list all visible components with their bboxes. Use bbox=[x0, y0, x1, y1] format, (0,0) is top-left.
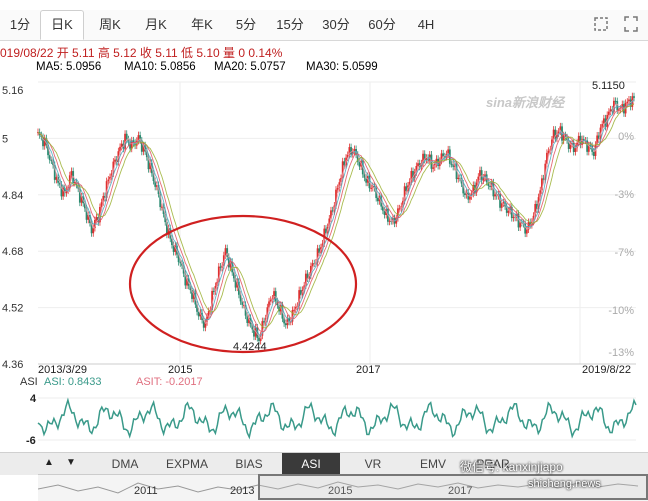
candle-body bbox=[507, 210, 510, 213]
price-tick: 4.84 bbox=[2, 190, 23, 202]
candle-body bbox=[614, 100, 617, 102]
date-axis: 2013/3/29 2015 2017 2019/8/22 bbox=[38, 364, 631, 374]
tab-30min[interactable]: 30分 bbox=[314, 10, 358, 40]
date-tick: 2013/3/29 bbox=[38, 364, 87, 374]
asi-line bbox=[37, 397, 637, 440]
tab-monthly-k[interactable]: 月K bbox=[134, 10, 178, 40]
candle-body bbox=[489, 185, 491, 187]
candle-body bbox=[512, 217, 515, 219]
percent-tick: -3% bbox=[614, 189, 634, 201]
percent-tick: -7% bbox=[614, 247, 634, 259]
tab-yearly-k[interactable]: 年K bbox=[180, 10, 224, 40]
candle-body bbox=[370, 187, 373, 189]
tab-1min[interactable]: 1分 bbox=[2, 10, 38, 40]
tab-vr[interactable]: VR bbox=[344, 453, 402, 475]
ma20-label: MA20: 5.0757 bbox=[214, 61, 286, 73]
candle-body bbox=[494, 194, 496, 197]
candle-body bbox=[432, 167, 435, 169]
asit-value: ASIT: -0.2017 bbox=[136, 376, 203, 388]
ma10-label: MA10: 5.0856 bbox=[124, 61, 196, 73]
ma30-label: MA30: 5.0599 bbox=[306, 61, 378, 73]
scroll-right-icon[interactable]: ▼ bbox=[66, 457, 76, 468]
candle-body bbox=[350, 147, 352, 155]
highlight-circle bbox=[128, 214, 358, 354]
nav-year-2011: 2011 bbox=[134, 485, 158, 497]
candle-body bbox=[633, 96, 635, 98]
fullscreen-icon[interactable] bbox=[622, 14, 640, 34]
asi-indicator-title: ASI bbox=[20, 376, 38, 388]
candle-body bbox=[479, 170, 481, 177]
candle-body bbox=[92, 228, 95, 234]
candle-body bbox=[626, 101, 629, 103]
candle-body bbox=[120, 143, 123, 147]
nav-year-2013: 2013 bbox=[230, 485, 255, 497]
sina-watermark: sina新浪财经 bbox=[486, 95, 566, 110]
tab-4h[interactable]: 4H bbox=[406, 10, 446, 40]
candle-body bbox=[547, 150, 550, 153]
asi-chart[interactable]: 4 -6 bbox=[0, 388, 648, 450]
candle-body bbox=[73, 182, 76, 184]
wechat-watermark: 微信号: kanxinjiapo bbox=[460, 460, 563, 474]
tab-daily-k[interactable]: 日K bbox=[40, 10, 84, 40]
tab-15min[interactable]: 15分 bbox=[268, 10, 312, 40]
candle-body bbox=[592, 151, 595, 156]
percent-axis: 0% -3% -7% -10% -13% bbox=[608, 131, 634, 359]
candle-body bbox=[114, 159, 116, 162]
price-tick: 5 bbox=[2, 133, 8, 145]
candle-body bbox=[125, 133, 128, 140]
candle-body bbox=[219, 266, 222, 268]
asi-value: ASI: 0.8433 bbox=[44, 376, 102, 388]
settings-icon[interactable] bbox=[592, 14, 610, 34]
date-tick: 2015 bbox=[168, 364, 192, 374]
candle-body bbox=[160, 206, 163, 208]
price-tick: 4.52 bbox=[2, 303, 23, 315]
percent-tick: -10% bbox=[608, 305, 634, 317]
candle-body bbox=[70, 171, 73, 176]
ma5-label: MA5: 5.0956 bbox=[36, 61, 102, 73]
tab-asi[interactable]: ASI bbox=[282, 453, 340, 475]
candle-body bbox=[358, 161, 361, 167]
candle-body bbox=[388, 220, 391, 222]
candle-body bbox=[464, 193, 466, 196]
percent-tick: -13% bbox=[608, 347, 634, 359]
candle-body bbox=[263, 321, 265, 323]
scroll-left-icon[interactable]: ▲ bbox=[44, 457, 54, 468]
tab-5min[interactable]: 5分 bbox=[226, 10, 266, 40]
candle-body bbox=[525, 229, 528, 234]
tab-60min[interactable]: 60分 bbox=[360, 10, 404, 40]
candle-body bbox=[469, 196, 471, 200]
candle-body bbox=[224, 248, 227, 256]
date-tick: 2019/8/22 bbox=[582, 364, 631, 374]
site-watermark: shicheng.news bbox=[528, 478, 601, 490]
candle-body bbox=[376, 197, 379, 202]
candle-body bbox=[417, 163, 419, 167]
candle-body bbox=[574, 148, 577, 152]
asi-tick-bottom: -6 bbox=[26, 435, 36, 447]
price-tick: 5.16 bbox=[2, 85, 23, 97]
tab-weekly-k[interactable]: 周K bbox=[88, 10, 132, 40]
tab-emv[interactable]: EMV bbox=[404, 453, 462, 475]
ohlc-info: 019/08/22 开 5.11 高 5.12 收 5.11 低 5.10 量 … bbox=[0, 46, 283, 60]
candle-body bbox=[212, 290, 215, 292]
candle-body bbox=[107, 179, 110, 182]
high-label: 5.1150 bbox=[592, 80, 625, 92]
period-tabs: 1分 日K 周K 月K 年K 5分 15分 30分 60分 4H bbox=[0, 10, 648, 41]
date-tick: 2017 bbox=[356, 364, 380, 374]
candle-body bbox=[284, 323, 287, 326]
price-tick: 4.36 bbox=[2, 359, 23, 371]
candles bbox=[37, 92, 635, 345]
asi-tick-top: 4 bbox=[30, 393, 37, 405]
candle-body bbox=[457, 177, 460, 180]
price-tick: 4.68 bbox=[2, 246, 23, 258]
tab-dma[interactable]: DMA bbox=[96, 453, 154, 475]
tab-bias[interactable]: BIAS bbox=[220, 453, 278, 475]
tab-expma[interactable]: EXPMA bbox=[156, 453, 218, 475]
price-chart[interactable]: 5.16 5 4.84 4.68 4.52 4.36 0% -3% -7% -10% -13% s… bbox=[0, 74, 648, 374]
price-axis: 5.16 5 4.84 4.68 4.52 4.36 bbox=[2, 85, 23, 371]
candle-body bbox=[274, 291, 277, 302]
candle-body bbox=[450, 163, 453, 165]
candle-body bbox=[500, 203, 503, 208]
percent-tick: 0% bbox=[618, 131, 634, 143]
